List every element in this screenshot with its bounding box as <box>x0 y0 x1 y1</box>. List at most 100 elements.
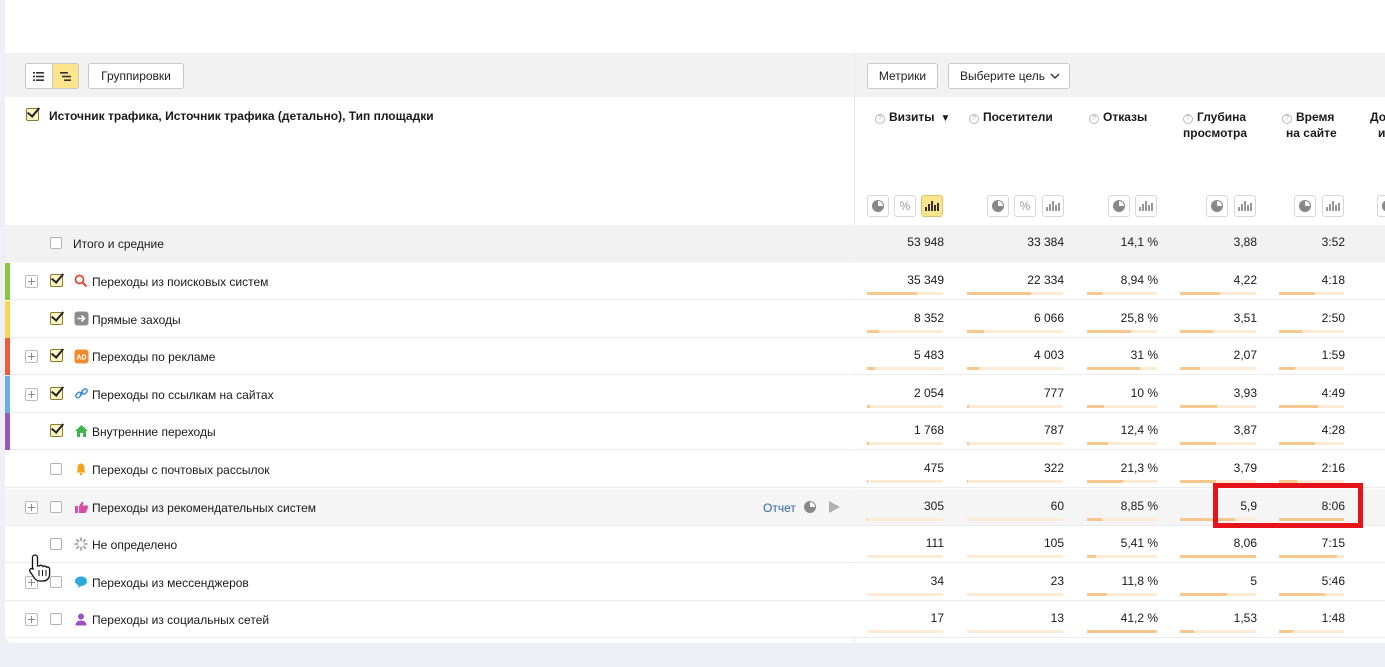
percent-icon: % <box>899 199 911 213</box>
bar-visits <box>867 517 943 521</box>
cell-time: 1:59 <box>1321 348 1345 363</box>
row-color-marker <box>5 413 10 451</box>
cell-visitors: 6 066 <box>1033 310 1064 325</box>
visits-bars-button[interactable] <box>921 195 943 217</box>
thumbs-up-icon <box>73 499 89 515</box>
cell-time: 5:46 <box>1321 573 1345 588</box>
cell-visitors: 22 334 <box>1027 273 1064 287</box>
help-icon[interactable]: ? <box>969 114 979 124</box>
list-view-button[interactable] <box>26 64 52 88</box>
expand-icon[interactable] <box>25 613 38 627</box>
totals-time: 3:52 <box>1321 235 1345 249</box>
expand-icon[interactable] <box>25 275 38 288</box>
time-pie-button[interactable] <box>1294 195 1316 217</box>
table-row[interactable]: Переходы по ссылкам на сайтах 2 054 777 10 … <box>5 375 1385 413</box>
bounces-bars-button[interactable] <box>1135 195 1157 217</box>
select-all-checkbox[interactable] <box>26 108 39 121</box>
cell-time: 4:49 <box>1321 385 1345 400</box>
help-icon[interactable]: ? <box>875 114 885 124</box>
totals-label: Итого и средние <box>73 237 164 251</box>
metric-header-visits[interactable]: ? Визиты ▼ <box>875 109 950 127</box>
table-row[interactable]: Не определено 111 105 5,41 % 8,06 7:15 <box>5 526 1385 564</box>
row-checkbox[interactable] <box>50 538 62 551</box>
row-label: Не определено <box>92 538 178 553</box>
table-row[interactable]: Внутренние переходы 1 768 787 12,4 % 3,87 4:2… <box>5 413 1385 451</box>
help-icon[interactable]: ? <box>1282 114 1292 124</box>
totals-visits: 53 948 <box>907 235 944 249</box>
metric-header-time[interactable]: ? Время на сайте <box>1282 109 1337 141</box>
tree-view-button[interactable] <box>51 64 78 88</box>
table-row[interactable]: Переходы из рекомендательных систем Отчет… <box>5 488 1385 526</box>
metrics-toolbar: Метрики Выберите цель <box>855 53 1385 97</box>
bar-depth <box>1180 404 1256 408</box>
visitors-pie-button[interactable] <box>987 195 1009 217</box>
depth-bars-button[interactable] <box>1234 195 1256 217</box>
search-icon <box>73 273 89 289</box>
pie-chart-icon[interactable] <box>804 500 816 513</box>
totals-checkbox[interactable] <box>50 237 62 249</box>
table-row[interactable]: Переходы из социальных сетей 17 13 41,2 % 1,… <box>5 601 1385 639</box>
metrics-button[interactable]: Метрики <box>867 63 938 89</box>
bar-chart-icon <box>1326 201 1340 211</box>
cell-visits: 1 768 <box>913 423 944 438</box>
help-icon[interactable]: ? <box>1183 114 1193 124</box>
bar-bounces <box>1087 367 1157 371</box>
row-checkbox[interactable] <box>50 613 62 626</box>
bar-chart-icon <box>1046 201 1060 211</box>
visits-pie-button[interactable] <box>867 195 889 217</box>
goal-select-value: Выберите цель <box>960 69 1046 83</box>
table-row[interactable]: Переходы с почтовых рассылок 475 322 21,3 %… <box>5 451 1385 488</box>
visitors-bars-button[interactable] <box>1042 195 1064 217</box>
play-icon[interactable] <box>829 500 840 513</box>
row-checkbox[interactable] <box>50 386 63 400</box>
row-checkbox[interactable] <box>50 424 63 438</box>
cell-visitors: 60 <box>1050 498 1064 513</box>
cell-bounces: 8,85 % <box>1120 498 1158 513</box>
depth-pie-button[interactable] <box>1206 195 1228 217</box>
metric-header-depth[interactable]: ? Глубина просмотра <box>1183 109 1247 141</box>
home-icon <box>73 423 89 439</box>
row-color-marker <box>5 375 10 413</box>
row-checkbox[interactable] <box>50 463 62 475</box>
metric-header-bounces[interactable]: ? Отказы <box>1089 109 1147 125</box>
view-toggle <box>25 63 79 89</box>
metric-header-visitors[interactable]: ? Посетители <box>969 109 1053 125</box>
row-checkbox[interactable] <box>50 500 62 513</box>
cell-bounces: 11,8 % <box>1121 573 1158 588</box>
expand-icon[interactable] <box>25 387 38 401</box>
goal-select[interactable]: Выберите цель <box>948 63 1070 89</box>
chat-icon <box>73 574 89 590</box>
table-row[interactable]: Переходы из поисковых систем 35 349 22 334… <box>5 263 1385 300</box>
cell-visits: 2 054 <box>913 385 944 400</box>
row-checkbox[interactable] <box>50 311 63 325</box>
groupings-button[interactable]: Группировки <box>88 63 184 89</box>
expand-icon[interactable] <box>25 350 38 364</box>
cell-depth: 4,22 <box>1233 273 1257 287</box>
row-checkbox[interactable] <box>50 274 63 287</box>
bar-time <box>1279 292 1344 295</box>
metric-headers: ? Визиты ▼ ? Посетители ? Отказы ? Глубина про… <box>855 97 1385 225</box>
time-bars-button[interactable] <box>1322 195 1344 217</box>
table-row[interactable]: AD Переходы по рекламе 5 483 4 003 31 % 2,07 1… <box>5 338 1385 376</box>
report-link[interactable]: Отчет <box>763 501 796 515</box>
metric-header-cut[interactable]: До и <box>1370 109 1385 141</box>
cell-depth: 5 <box>1250 573 1257 588</box>
cell-bounces: 10 % <box>1130 385 1158 400</box>
visits-percent-button[interactable]: % <box>894 195 916 217</box>
help-icon[interactable]: ? <box>1089 114 1099 124</box>
bounces-pie-button[interactable] <box>1108 195 1130 217</box>
visitors-percent-button[interactable]: % <box>1014 195 1036 217</box>
table-row[interactable]: Прямые заходы 8 352 6 066 25,8 % 3,51 2:50 <box>5 300 1385 338</box>
bar-depth <box>1180 292 1256 295</box>
pie-chart-icon <box>1299 200 1311 212</box>
row-checkbox[interactable] <box>50 349 63 363</box>
bar-depth <box>1180 442 1256 446</box>
cell-visits: 17 <box>930 611 944 626</box>
expand-icon[interactable] <box>25 500 38 514</box>
bar-bounces <box>1087 592 1157 596</box>
cut-pie-button[interactable] <box>1377 195 1385 217</box>
table-row[interactable]: Переходы из мессенджеров 34 23 11,8 % 5 5:46 <box>5 563 1385 601</box>
bar-visits <box>867 329 943 333</box>
ad-icon: AD <box>73 348 89 364</box>
cell-visitors: 105 <box>1043 536 1064 551</box>
